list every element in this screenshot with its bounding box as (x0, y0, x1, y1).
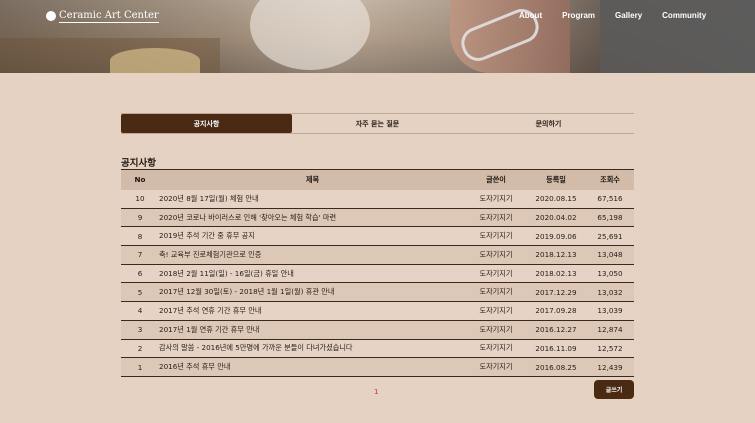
row-views: 13,032 (597, 287, 623, 297)
row-date: 2016.12.27 (535, 325, 577, 335)
row-writer: 도자기지기 (479, 287, 513, 297)
row-writer: 도자기지기 (479, 193, 513, 203)
row-date: 2017.09.28 (535, 306, 577, 316)
pagination-page-1[interactable]: 1 (374, 388, 378, 396)
row-date: 2020.08.15 (535, 194, 577, 204)
row-writer: 도자기지기 (479, 305, 513, 315)
row-no: 9 (137, 213, 143, 223)
nav-gallery[interactable]: Gallery (615, 11, 642, 20)
row-title-link[interactable]: 감사의 말씀 - 2016년에 5만명에 가까운 분들이 다녀가셨습니다 (159, 339, 466, 358)
table-row[interactable]: 8 2019년 추석 기간 중 휴무 공지 도자기지기 2019.09.06 2… (121, 226, 634, 246)
header-no: No (134, 175, 146, 185)
table-row[interactable]: 4 2017년 추석 연휴 기간 휴무 안내 도자기지기 2017.09.28 … (121, 301, 634, 321)
row-title-link[interactable]: 2017년 1월 연휴 기간 휴무 안내 (159, 320, 466, 339)
row-date: 2020.04.02 (535, 213, 577, 223)
row-no: 3 (137, 325, 143, 335)
hero-pot-decor (110, 48, 200, 73)
row-date: 2018.12.13 (535, 250, 577, 260)
row-views: 25,691 (597, 231, 623, 241)
write-button[interactable]: 글쓰기 (594, 380, 634, 399)
header-views: 조회수 (600, 174, 620, 184)
hero-bowl-decor (250, 0, 370, 70)
row-writer: 도자기지기 (479, 324, 513, 334)
row-no: 7 (137, 250, 143, 260)
nav-program[interactable]: Program (562, 11, 595, 20)
row-date: 2016.11.09 (535, 343, 577, 353)
table-row[interactable]: 10 2020년 8월 17일(월) 체험 안내 도자기지기 2020.08.1… (121, 189, 634, 209)
row-title-link[interactable]: 2017년 12월 30일(토) - 2018년 1월 1일(월) 휴관 안내 (159, 283, 466, 302)
row-no: 4 (137, 306, 143, 316)
row-views: 12,572 (597, 343, 623, 353)
row-title-link[interactable]: 2017년 추석 연휴 기간 휴무 안내 (159, 302, 466, 321)
row-views: 12,874 (597, 325, 623, 335)
row-views: 13,050 (597, 269, 623, 279)
row-title-link[interactable]: 2020년 코로나 바이러스로 인해 '찾아오는 체험 학습' 마련 (159, 208, 466, 227)
tab-notice[interactable]: 공지사항 (121, 114, 292, 133)
row-date: 2019.09.06 (535, 231, 577, 241)
row-no: 10 (135, 194, 145, 204)
table-row[interactable]: 6 2018년 2월 11일(일) - 16일(금) 휴일 안내 도자기지기 2… (121, 264, 634, 283)
table-row[interactable]: 3 2017년 1월 연휴 기간 휴무 안내 도자기지기 2016.12.27 … (121, 320, 634, 339)
table-row[interactable]: 1 2016년 추석 휴무 안내 도자기지기 2016.08.25 12,439 (121, 357, 634, 377)
site-logo[interactable]: Ceramic Art Center (46, 9, 159, 23)
header-date: 등록일 (546, 174, 566, 184)
row-title-link[interactable]: 2018년 2월 11일(일) - 16일(금) 휴일 안내 (159, 264, 466, 283)
row-no: 6 (137, 269, 143, 279)
table-row[interactable]: 5 2017년 12월 30일(토) - 2018년 1월 1일(월) 휴관 안… (121, 282, 634, 302)
row-no: 8 (137, 231, 143, 241)
row-writer: 도자기지기 (479, 249, 513, 259)
row-writer: 도자기지기 (479, 212, 513, 222)
header-title: 제목 (305, 174, 320, 184)
row-title-link[interactable]: 2020년 8월 17일(월) 체험 안내 (159, 190, 466, 209)
row-writer: 도자기지기 (479, 268, 513, 278)
row-title-link[interactable]: 2019년 추석 기간 중 휴무 공지 (159, 227, 466, 246)
row-writer: 도자기지기 (479, 231, 513, 241)
row-title-link[interactable]: 축! 교육부 진로체험기관으로 인증 (159, 246, 466, 265)
tab-inquiry[interactable]: 문의하기 (463, 114, 634, 133)
row-views: 13,039 (597, 306, 623, 316)
logo-icon (46, 11, 56, 21)
row-writer: 도자기지기 (479, 343, 513, 353)
nav-about[interactable]: About (519, 11, 542, 20)
hero-banner: Ceramic Art Center About Program Gallery… (0, 0, 755, 73)
header-writer: 글쓴이 (486, 174, 506, 184)
main-nav: About Program Gallery Community (519, 11, 706, 20)
table-row[interactable]: 2 감사의 말씀 - 2016년에 5만명에 가까운 분들이 다녀가셨습니다 도… (121, 339, 634, 358)
row-views: 12,439 (597, 362, 623, 372)
table-header-row: No 제목 글쓴이 등록일 조회수 (121, 169, 634, 190)
nav-community[interactable]: Community (662, 11, 706, 20)
row-no: 2 (137, 343, 143, 353)
row-views: 13,048 (597, 250, 623, 260)
table-row[interactable]: 9 2020년 코로나 바이러스로 인해 '찾아오는 체험 학습' 마련 도자기… (121, 208, 634, 227)
row-views: 67,516 (597, 194, 623, 204)
row-no: 5 (137, 287, 143, 297)
tab-faq[interactable]: 자주 묻는 질문 (292, 114, 463, 133)
board-tabs: 공지사항 자주 묻는 질문 문의하기 (121, 113, 634, 134)
section-title: 공지사항 (121, 158, 156, 169)
table-row[interactable]: 7 축! 교육부 진로체험기관으로 인증 도자기지기 2018.12.13 13… (121, 245, 634, 265)
row-no: 1 (137, 362, 143, 372)
row-views: 65,198 (597, 213, 623, 223)
notice-table: No 제목 글쓴이 등록일 조회수 10 2020년 8월 17일(월) 체험 … (121, 169, 634, 377)
row-date: 2017.12.29 (535, 287, 577, 297)
row-title-link[interactable]: 2016년 추석 휴무 안내 (159, 358, 466, 377)
row-date: 2016.08.25 (535, 362, 577, 372)
site-name: Ceramic Art Center (59, 10, 159, 23)
row-writer: 도자기지기 (479, 362, 513, 372)
row-date: 2018.02.13 (535, 269, 577, 279)
